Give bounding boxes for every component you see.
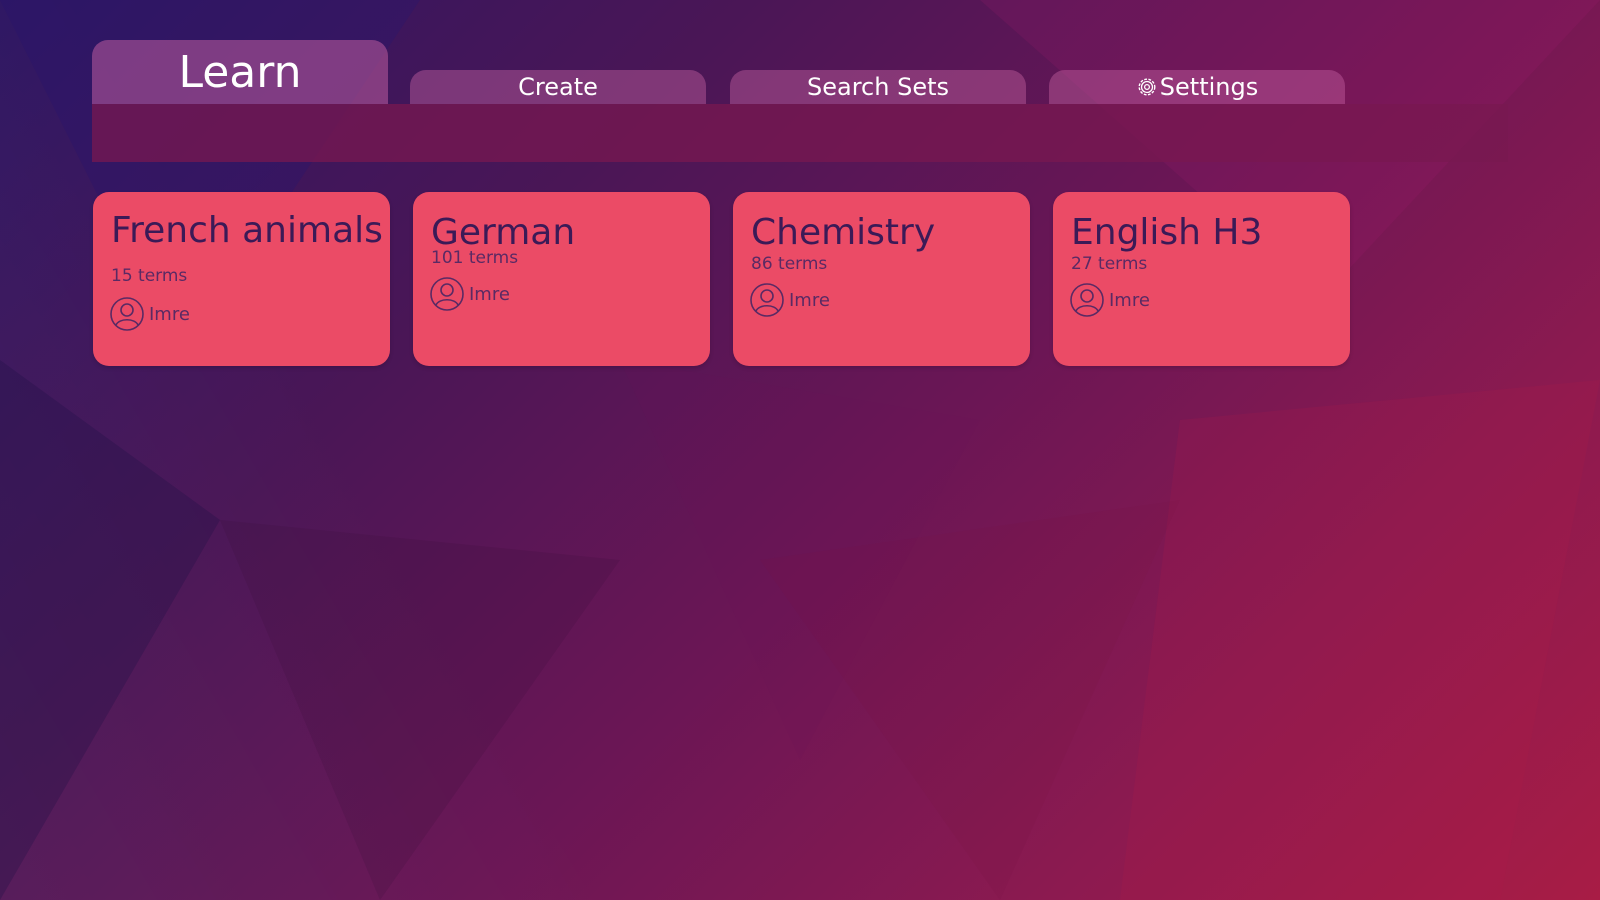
set-term-count: 86 terms — [751, 254, 828, 274]
tab-learn[interactable]: Learn — [92, 40, 388, 104]
tab-settings-label: Settings — [1159, 73, 1259, 101]
user-icon — [1070, 283, 1104, 317]
set-author-name: Imre — [789, 289, 830, 311]
set-title: German — [431, 212, 576, 253]
tab-learn-label: Learn — [178, 46, 302, 98]
gear-icon — [1138, 78, 1156, 96]
set-title: Chemistry — [751, 212, 936, 253]
tab-create[interactable]: Create — [410, 70, 706, 104]
set-author: Imre — [749, 282, 830, 318]
set-card-chemistry[interactable]: Chemistry 86 terms Imre — [733, 192, 1030, 366]
set-author-name: Imre — [149, 303, 190, 325]
tab-settings[interactable]: Settings — [1049, 70, 1345, 104]
set-title: English H3 — [1071, 212, 1263, 253]
set-author-name: Imre — [469, 283, 510, 305]
tab-content-bar — [92, 104, 1508, 162]
tab-search-sets-label: Search Sets — [807, 73, 949, 101]
set-author: Imre — [1069, 282, 1150, 318]
user-icon — [430, 277, 464, 311]
set-title: French animals — [111, 210, 383, 251]
set-author-name: Imre — [1109, 289, 1150, 311]
set-term-count: 27 terms — [1071, 254, 1148, 274]
user-icon — [110, 297, 144, 331]
user-icon — [750, 283, 784, 317]
tab-search-sets[interactable]: Search Sets — [730, 70, 1026, 104]
main-tabs: Learn Create Search Sets Settings — [92, 40, 1508, 104]
set-card-german[interactable]: German 101 terms Imre — [413, 192, 710, 366]
tab-create-label: Create — [518, 73, 598, 101]
set-term-count: 15 terms — [111, 266, 188, 286]
set-author: Imre — [429, 276, 510, 312]
set-term-count: 101 terms — [431, 248, 519, 268]
set-author: Imre — [109, 296, 190, 332]
set-card-french-animals[interactable]: French animals 15 terms Imre — [93, 192, 390, 366]
set-card-english-h3[interactable]: English H3 27 terms Imre — [1053, 192, 1350, 366]
